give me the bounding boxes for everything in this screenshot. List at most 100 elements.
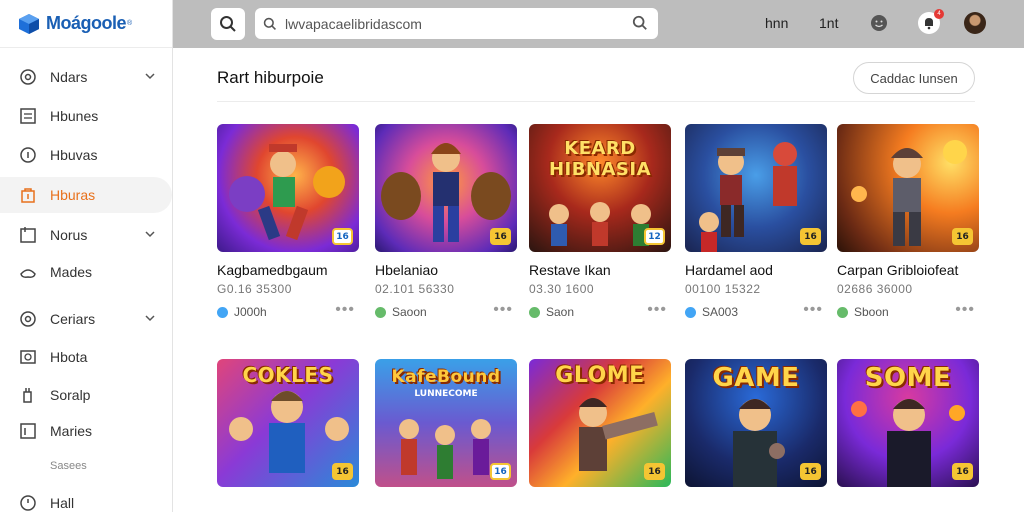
controller-icon: [19, 263, 37, 281]
sidebar-item-ceriars[interactable]: Ceriars: [0, 301, 172, 337]
game-thumbnail[interactable]: GAME 16: [685, 359, 827, 487]
game-title[interactable]: Kagbamedbgaum: [217, 262, 359, 278]
game-card[interactable]: KafeBound LUNNECOME 16: [375, 359, 517, 487]
sidebar-item-mades[interactable]: Mades: [0, 254, 172, 290]
notification-bell-icon[interactable]: 4: [918, 9, 944, 34]
game-thumbnail[interactable]: 16: [685, 124, 827, 252]
game-thumbnail[interactable]: GLOME 16: [529, 359, 671, 487]
more-options-icon[interactable]: •••: [647, 302, 667, 318]
age-rating-badge: 16: [952, 463, 973, 480]
sidebar-item-ndars[interactable]: Ndars: [0, 59, 172, 95]
game-card[interactable]: SOME 16: [837, 359, 979, 487]
sidebar: Moágoole ® Ndars Hbunes Hbuvas Hburas Nor…: [0, 0, 173, 512]
more-options-icon[interactable]: •••: [803, 302, 823, 318]
folder-icon: [19, 226, 37, 244]
game-thumbnail[interactable]: 16: [375, 124, 517, 252]
sidebar-item-label: Mades: [50, 264, 93, 280]
game-meta: 02.101 56330: [375, 282, 455, 296]
game-logo-text: GLOME: [555, 363, 645, 388]
notification-badge: 4: [934, 9, 944, 19]
game-thumbnail[interactable]: 16: [837, 124, 979, 252]
game-title[interactable]: Hardamel aod: [685, 262, 827, 278]
avatar[interactable]: [964, 12, 986, 34]
logo-registered-mark: ®: [127, 20, 133, 27]
chevron-down-icon: [145, 231, 155, 238]
search-bar[interactable]: [255, 8, 658, 39]
top-link-2[interactable]: 1nt: [819, 15, 838, 31]
top-link-1[interactable]: hnn: [765, 15, 788, 31]
game-card[interactable]: 16 Hbelaniao 02.101 56330 Saoon •••: [375, 124, 517, 320]
clock-icon: [19, 494, 37, 512]
age-rating-badge: 16: [490, 228, 511, 245]
game-status-label: Sboon: [854, 305, 889, 319]
sidebar-item-hbunes[interactable]: Hbunes: [0, 98, 172, 134]
chevron-down-icon: [145, 73, 155, 80]
status-dot: [217, 306, 228, 318]
game-title[interactable]: Carpan Gribloiofeat: [837, 262, 979, 278]
sidebar-item-label: Hbota: [50, 349, 88, 365]
game-logo-text: SOME: [864, 363, 952, 393]
age-rating-badge: 12: [644, 228, 665, 245]
sidebar-item-hburas[interactable]: Hburas: [0, 177, 172, 213]
age-rating-badge: 16: [332, 463, 353, 480]
game-card[interactable]: 16 Kagbamedbgaum G0.16 35300 J000h •••: [217, 124, 359, 320]
sidebar-item-maries[interactable]: Maries: [0, 413, 172, 449]
game-status-label: Saoon: [392, 305, 427, 319]
game-card[interactable]: GAME 16: [685, 359, 827, 487]
divider: [217, 101, 975, 102]
sidebar-item-label: Maries: [50, 423, 93, 439]
camera-icon: [19, 348, 37, 366]
settings-icon: [19, 310, 37, 328]
document-icon: [19, 107, 37, 125]
search-submit-icon[interactable]: [632, 15, 648, 31]
game-meta: G0.16 35300: [217, 282, 292, 296]
sidebar-item-norus[interactable]: Norus: [0, 217, 172, 253]
game-title[interactable]: Restave Ikan: [529, 262, 671, 278]
header-action-button[interactable]: Caddac Iunsen: [853, 62, 975, 94]
game-card[interactable]: COKLES 16: [217, 359, 359, 487]
game-thumbnail[interactable]: KEARD HIBNASIA 12: [529, 124, 671, 252]
list-icon: [19, 422, 37, 440]
game-status: Sboon •••: [837, 302, 979, 320]
sidebar-item-soralp[interactable]: Soralp: [0, 377, 172, 413]
more-options-icon[interactable]: •••: [335, 302, 355, 318]
game-thumbnail[interactable]: SOME 16: [837, 359, 979, 487]
game-logo-text: GAME: [712, 363, 800, 393]
sidebar-item-hbota[interactable]: Hbota: [0, 339, 172, 375]
emoji-icon[interactable]: [868, 12, 890, 34]
game-title[interactable]: Hbelaniao: [375, 262, 517, 278]
status-dot: [375, 306, 386, 318]
game-card[interactable]: 16 Hardamel aod 00100 15322 SA003 •••: [685, 124, 827, 320]
game-card[interactable]: 16 Carpan Gribloiofeat 02686 36000 Sboon…: [837, 124, 979, 320]
page-title: Rart hiburpoie: [217, 68, 324, 87]
status-dot: [529, 306, 540, 318]
age-rating-badge: 16: [952, 228, 973, 245]
sidebar-section-label: Sasees: [50, 460, 87, 472]
sidebar-item-label: Hbunes: [50, 108, 99, 124]
game-card[interactable]: KEARD HIBNASIA 12 Restave Ikan 03.30 160…: [529, 124, 671, 320]
info-icon: [19, 146, 37, 164]
game-thumbnail[interactable]: COKLES 16: [217, 359, 359, 487]
game-thumbnail[interactable]: 16: [217, 124, 359, 252]
game-status-label: SA003: [702, 305, 739, 319]
settings-icon: [19, 68, 37, 86]
search-input[interactable]: [285, 15, 615, 32]
bag-icon: [19, 186, 37, 204]
search-toggle-button[interactable]: [211, 8, 245, 40]
sidebar-item-label: Ceriars: [50, 311, 96, 327]
game-meta: 00100 15322: [685, 282, 761, 296]
sidebar-item-label: Soralp: [50, 387, 91, 403]
game-card[interactable]: GLOME 16: [529, 359, 671, 487]
sidebar-item-hbuvas[interactable]: Hbuvas: [0, 137, 172, 173]
game-logo-text: COKLES: [242, 363, 334, 387]
game-thumbnail[interactable]: KafeBound LUNNECOME 16: [375, 359, 517, 487]
game-meta: 03.30 1600: [529, 282, 595, 296]
game-meta: 02686 36000: [837, 282, 913, 296]
age-rating-badge: 16: [800, 228, 821, 245]
more-options-icon[interactable]: •••: [493, 302, 513, 318]
sidebar-item-hall[interactable]: Hall: [0, 485, 172, 521]
logo[interactable]: Moágoole ®: [0, 0, 172, 48]
game-status-label: J000h: [234, 305, 267, 319]
more-options-icon[interactable]: •••: [955, 302, 975, 318]
game-status: Saoon •••: [375, 302, 517, 320]
